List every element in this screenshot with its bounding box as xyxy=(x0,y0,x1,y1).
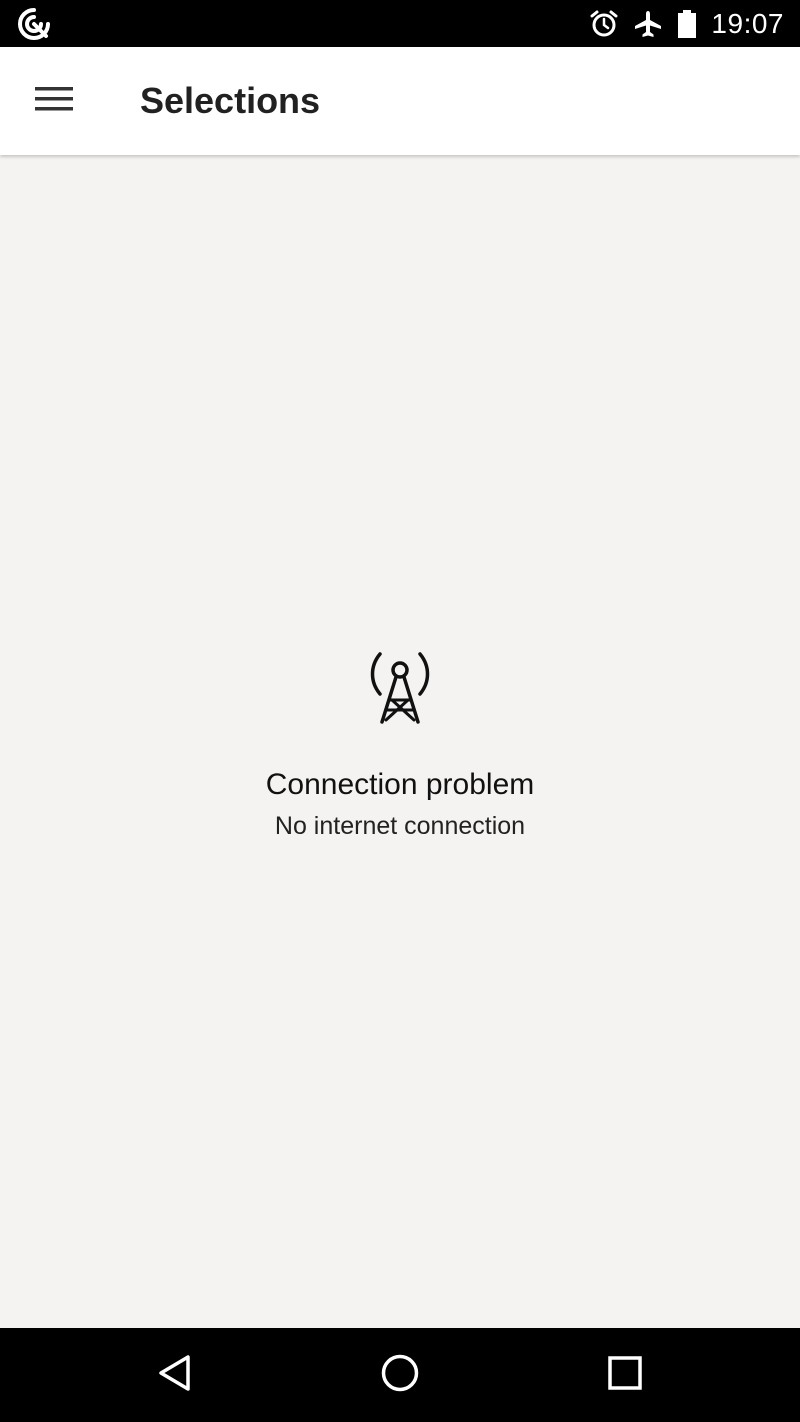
broadcast-tower-icon xyxy=(368,650,432,726)
recents-button[interactable] xyxy=(600,1350,650,1400)
error-title: Connection problem xyxy=(265,768,535,801)
navigation-bar xyxy=(0,1328,800,1422)
recents-icon xyxy=(605,1353,645,1398)
alarm-icon xyxy=(589,9,619,39)
error-subtitle: No internet connection xyxy=(274,812,526,840)
main-content: Connection problem No internet connectio… xyxy=(0,155,800,1328)
menu-button[interactable] xyxy=(22,70,86,132)
page-title: Selections xyxy=(140,80,321,121)
app-bar: Selections xyxy=(0,47,800,155)
connection-error-state: Connection problem No internet connectio… xyxy=(0,650,800,841)
home-icon xyxy=(380,1353,420,1398)
hamburger-menu-icon xyxy=(34,85,74,118)
status-bar: 19:07 xyxy=(0,0,800,47)
sync-icon xyxy=(16,6,52,42)
back-button[interactable] xyxy=(150,1350,200,1400)
status-time: 19:07 xyxy=(711,7,784,39)
home-button[interactable] xyxy=(375,1350,425,1400)
airplane-mode-icon xyxy=(633,9,663,39)
battery-icon xyxy=(677,9,697,39)
back-icon xyxy=(155,1353,195,1398)
